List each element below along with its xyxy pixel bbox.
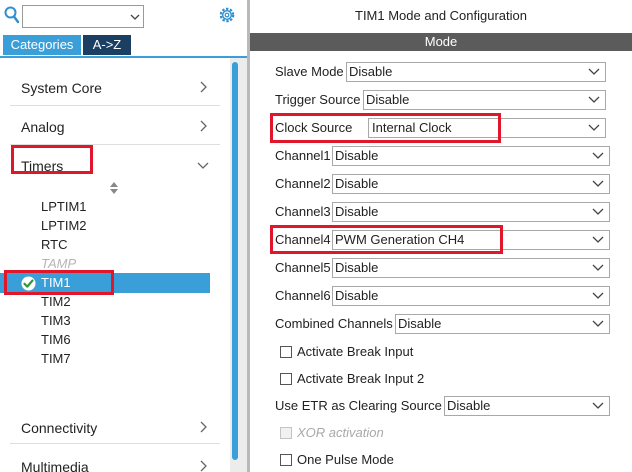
select-value: Disable <box>335 148 379 163</box>
chevron-down-icon <box>592 402 604 409</box>
chevron-right-icon <box>200 81 207 93</box>
channel3-select[interactable]: Disable <box>332 202 610 222</box>
select-value: Disable <box>349 64 393 79</box>
chevron-down-icon <box>588 124 600 131</box>
section-header-mode: Mode <box>250 33 632 51</box>
peripheral-lptim2[interactable]: LPTIM2 <box>41 217 87 235</box>
trigger-source-select[interactable]: Disable <box>363 90 606 110</box>
checkbox-label: Activate Break Input <box>297 344 414 359</box>
highlight-box-tim1 <box>4 270 114 295</box>
tab-categories[interactable]: Categories <box>3 35 81 55</box>
highlight-box-timers <box>11 145 93 174</box>
category-connectivity[interactable]: Connectivity <box>0 408 230 446</box>
chevron-right-icon <box>200 421 207 433</box>
view-tabs: Categories A->Z <box>0 35 247 55</box>
field-label-trigger-source: Trigger Source <box>275 92 361 107</box>
search-icon[interactable] <box>4 6 20 24</box>
select-value: Disable <box>335 288 379 303</box>
field-label-channel1: Channel1 <box>275 148 331 163</box>
divider <box>0 56 247 58</box>
channel6-select[interactable]: Disable <box>332 286 610 306</box>
checkbox-label: Activate Break Input 2 <box>297 371 425 386</box>
chevron-right-icon <box>200 120 207 132</box>
peripheral-tim7[interactable]: TIM7 <box>41 350 71 368</box>
chevron-down-icon <box>592 320 604 327</box>
select-value: Disable <box>335 204 379 219</box>
select-value: Disable <box>398 316 442 331</box>
category-label: System Core <box>21 80 102 96</box>
highlight-box-clock-source <box>270 113 501 143</box>
xor-activation-checkbox <box>280 427 292 439</box>
chevron-down-icon <box>588 68 600 75</box>
field-label-channel6: Channel6 <box>275 288 331 303</box>
scrollbar-thumb[interactable] <box>232 62 238 460</box>
peripheral-lptim1[interactable]: LPTIM1 <box>41 198 87 216</box>
chevron-down-icon <box>592 236 604 243</box>
chevron-down-icon <box>592 292 604 299</box>
highlight-box-channel4 <box>270 225 503 254</box>
select-value: Disable <box>366 92 410 107</box>
panel-title: TIM1 Mode and Configuration <box>355 8 527 23</box>
peripheral-rtc[interactable]: RTC <box>41 236 67 254</box>
slave-mode-select[interactable]: Disable <box>346 62 606 82</box>
category-analog[interactable]: Analog <box>0 107 230 145</box>
activate-break-input-checkbox[interactable] <box>280 346 292 358</box>
channel1-select[interactable]: Disable <box>332 146 610 166</box>
peripheral-tim3[interactable]: TIM3 <box>41 312 71 330</box>
select-value: Disable <box>335 176 379 191</box>
gear-icon[interactable] <box>218 6 236 24</box>
category-label: Multimedia <box>21 459 89 472</box>
channel5-select[interactable]: Disable <box>332 258 610 278</box>
sort-icon[interactable] <box>110 182 118 194</box>
chevron-right-icon <box>200 460 207 472</box>
divider <box>10 105 220 106</box>
field-label-slave-mode: Slave Mode <box>275 64 344 79</box>
search-row <box>0 0 247 34</box>
select-value: Disable <box>447 398 491 413</box>
peripheral-tim6[interactable]: TIM6 <box>41 331 71 349</box>
peripheral-tree-panel: Categories A->Z System Core Analog Timer… <box>0 0 247 472</box>
field-label-channel3: Channel3 <box>275 204 331 219</box>
chevron-down-icon <box>592 208 604 215</box>
checkbox-label: One Pulse Mode <box>297 452 394 467</box>
select-value: Disable <box>335 260 379 275</box>
mode-configuration-panel: TIM1 Mode and Configuration Mode Slave M… <box>250 0 632 472</box>
chevron-down-icon <box>588 96 600 103</box>
activate-break-input-2-checkbox[interactable] <box>280 373 292 385</box>
checkbox-label: XOR activation <box>297 425 384 440</box>
chevron-down-icon <box>592 152 604 159</box>
one-pulse-mode-checkbox[interactable] <box>280 454 292 466</box>
category-label: Connectivity <box>21 420 98 436</box>
field-label-etr-clearing: Use ETR as Clearing Source <box>275 398 442 413</box>
chevron-down-icon <box>197 162 209 169</box>
combined-channels-select[interactable]: Disable <box>395 314 610 334</box>
field-label-channel2: Channel2 <box>275 176 331 191</box>
channel2-select[interactable]: Disable <box>332 174 610 194</box>
field-label-channel5: Channel5 <box>275 260 331 275</box>
category-system-core[interactable]: System Core <box>0 68 230 106</box>
category-label: Analog <box>21 119 65 135</box>
search-input[interactable] <box>22 5 144 28</box>
chevron-down-icon[interactable] <box>129 11 141 23</box>
etr-clearing-source-select[interactable]: Disable <box>444 396 610 416</box>
chevron-down-icon <box>592 264 604 271</box>
category-multimedia[interactable]: Multimedia <box>0 447 230 472</box>
peripheral-tim2[interactable]: TIM2 <box>41 293 71 311</box>
tab-a-to-z[interactable]: A->Z <box>83 35 131 55</box>
field-label-combined-channels: Combined Channels <box>275 316 393 331</box>
divider <box>10 443 220 444</box>
category-tree: System Core Analog Timers Connectivity M… <box>0 60 230 472</box>
chevron-down-icon <box>592 180 604 187</box>
